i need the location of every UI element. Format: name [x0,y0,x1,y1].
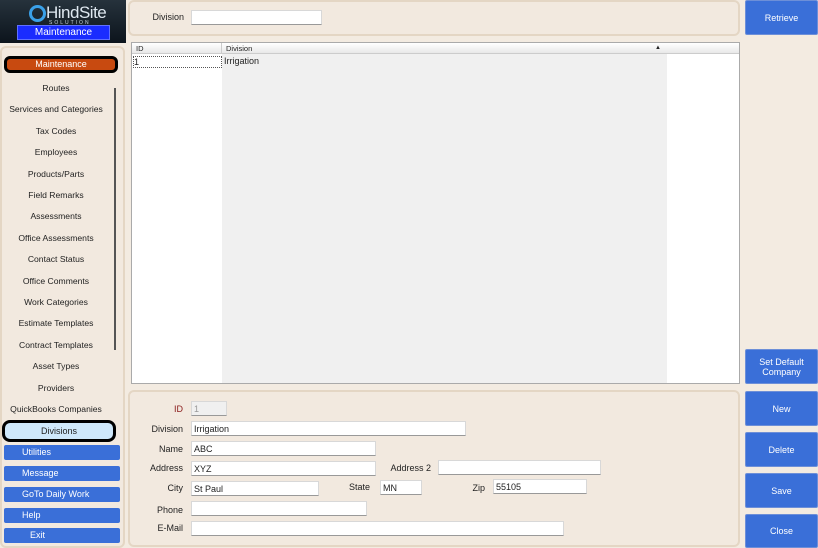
sidebar-scrollbar[interactable] [114,88,116,350]
email-input[interactable] [191,521,564,536]
phone-input[interactable] [191,501,367,516]
save-button[interactable]: Save [745,473,818,508]
zip-label: Zip [472,483,485,493]
sidebar-item[interactable]: Providers [2,381,110,395]
city-input[interactable]: St Paul [191,481,319,496]
nav-button[interactable]: Utilities [4,445,120,460]
sidebar-item[interactable]: Services and Categories [2,102,110,116]
column-header-division[interactable]: Division ▲ [222,43,667,54]
address2-label: Address 2 [390,463,431,473]
address-input[interactable]: XYZ [191,461,376,476]
zip-input[interactable]: 55105 [493,479,587,494]
new-button[interactable]: New [745,391,818,426]
sidebar-item[interactable]: Office Assessments [2,231,110,245]
sort-asc-icon: ▲ [655,45,661,51]
sidebar-item[interactable]: Assessments [2,209,110,223]
name-label: Name [158,444,183,454]
email-label: E-Mail [157,523,183,533]
set-default-company-button[interactable]: Set Default Company [745,349,818,384]
address-label: Address [149,463,183,473]
state-label: State [348,482,370,492]
search-division-label: Division [152,12,184,22]
nav-button[interactable]: Exit [4,528,120,543]
division-column-bg [222,54,667,383]
sidebar-item[interactable]: Asset Types [2,359,110,373]
nav-button[interactable]: GoTo Daily Work [4,487,120,502]
division-label: Division [151,424,183,434]
sidebar-item[interactable]: Work Categories [2,295,110,309]
column-header-division-label: Division [226,44,253,53]
grid-cell-id[interactable]: 1 [133,56,222,68]
state-input[interactable]: MN [380,480,422,495]
section-title: Maintenance [17,25,110,40]
search-division-input[interactable] [191,10,322,25]
nav-button[interactable]: Help [4,508,120,523]
nav-button[interactable]: Message [4,466,120,481]
id-label: ID [174,404,183,414]
delete-button[interactable]: Delete [745,432,818,467]
sidebar-item[interactable]: QuickBooks Companies [2,402,110,416]
maintenance-button[interactable]: Maintenance [4,56,118,73]
logo-icon [29,5,46,22]
sidebar-item[interactable]: Tax Codes [2,124,110,138]
id-input: 1 [191,401,227,416]
logo: HindSite SOLUTION Maintenance [0,0,126,43]
column-header-id[interactable]: ID [132,43,222,54]
sidebar-item-divisions[interactable]: Divisions [2,420,116,442]
name-input[interactable]: ABC [191,441,376,456]
column-header-filler [667,43,739,54]
sidebar-item[interactable]: Estimate Templates [2,316,110,330]
grid-cell-division[interactable]: Irrigation [224,56,259,66]
address2-input[interactable] [438,460,601,475]
division-input[interactable]: Irrigation [191,421,466,436]
sidebar-item[interactable]: Employees [2,145,110,159]
sidebar-item[interactable]: Field Remarks [2,188,110,202]
close-button[interactable]: Close [745,514,818,548]
sidebar-item[interactable]: Office Comments [2,274,110,288]
city-label: City [167,483,184,493]
divisions-grid: ID Division ▲ 1 Irrigation [131,42,740,384]
sidebar-item[interactable]: Contract Templates [2,338,110,352]
sidebar-item[interactable]: Routes [2,81,110,95]
sidebar-item[interactable]: Contact Status [2,252,110,266]
sidebar-item[interactable]: Products/Parts [2,167,110,181]
phone-label: Phone [156,505,183,515]
retrieve-button[interactable]: Retrieve [745,0,818,35]
